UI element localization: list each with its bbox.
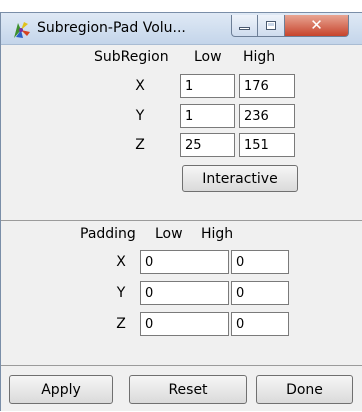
close-button[interactable]: ✕ — [285, 15, 349, 37]
subregion-header: SubRegion — [94, 49, 169, 65]
app-colorful-pinwheel-icon — [14, 22, 30, 38]
padding-y-high-field[interactable] — [231, 281, 289, 305]
dialog-window: Subregion-Pad Volu... ✕ SubRegion Low Hi… — [0, 12, 362, 411]
subregion-z-high-field[interactable] — [239, 133, 295, 157]
subregion-y-low-field[interactable] — [180, 104, 235, 128]
subregion-section: SubRegion Low High X Y Z Interactive — [1, 45, 362, 218]
subregion-low-header: Low — [194, 49, 222, 65]
close-icon: ✕ — [310, 16, 323, 34]
padding-z-low-field[interactable] — [140, 312, 229, 336]
padding-high-header: High — [201, 226, 234, 242]
padding-low-header: Low — [155, 226, 183, 242]
padding-y-low-field[interactable] — [140, 281, 229, 305]
padding-header: Padding — [80, 226, 136, 242]
reset-button[interactable]: Reset — [129, 375, 247, 404]
interactive-button[interactable]: Interactive — [182, 165, 298, 192]
padding-section: Padding Low High X Y Z — [1, 220, 362, 365]
subregion-x-low-field[interactable] — [180, 74, 235, 98]
subregion-z-low-field[interactable] — [180, 133, 235, 157]
subregion-y-high-field[interactable] — [239, 104, 295, 128]
subregion-z-label: Z — [135, 137, 145, 153]
title-bar[interactable]: Subregion-Pad Volu... ✕ — [1, 13, 362, 45]
done-button[interactable]: Done — [256, 375, 353, 404]
window-title: Subregion-Pad Volu... — [37, 20, 186, 36]
padding-z-high-field[interactable] — [231, 312, 289, 336]
minimize-icon — [239, 27, 250, 30]
subregion-high-header: High — [243, 49, 276, 65]
subregion-x-label: X — [135, 78, 145, 94]
padding-z-label: Z — [116, 316, 126, 332]
maximize-icon — [266, 21, 276, 30]
padding-x-label: X — [116, 254, 126, 270]
subregion-y-label: Y — [135, 108, 145, 124]
apply-button[interactable]: Apply — [9, 375, 113, 404]
padding-y-label: Y — [116, 285, 126, 301]
subregion-x-high-field[interactable] — [239, 74, 295, 98]
padding-x-high-field[interactable] — [231, 250, 289, 274]
maximize-button[interactable] — [258, 15, 285, 37]
action-buttons-bar: Apply Reset Done — [1, 365, 362, 412]
minimize-button[interactable] — [231, 15, 258, 37]
padding-x-low-field[interactable] — [140, 250, 229, 274]
